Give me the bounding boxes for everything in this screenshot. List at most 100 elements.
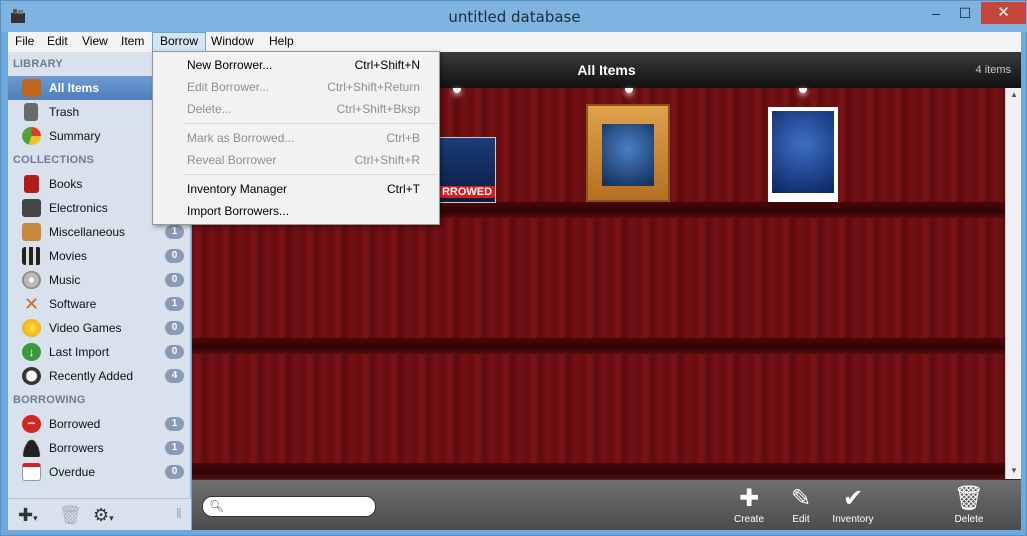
minimize-button[interactable]: – xyxy=(922,2,950,24)
minus-circle-icon: − xyxy=(22,415,41,433)
resize-handle[interactable]: ‖ xyxy=(176,505,182,521)
count-badge: 1 xyxy=(165,225,184,239)
trash-icon xyxy=(24,103,38,121)
plus-icon: ✚ xyxy=(738,485,760,512)
scroll-up-icon[interactable]: ▲ xyxy=(1006,90,1022,99)
menu-window[interactable]: Window xyxy=(204,32,261,52)
item-count: 4 items xyxy=(975,64,1011,76)
window-title: untitled database xyxy=(448,8,581,26)
sidebar-item-borrowers[interactable]: Borrowers 1 xyxy=(8,436,191,460)
sidebar-item-label: All Items xyxy=(49,81,100,95)
count-badge: 0 xyxy=(165,321,184,335)
sidebar-item-label: Borrowers xyxy=(49,441,104,455)
cd-icon xyxy=(22,271,41,289)
shelf-icon xyxy=(22,79,41,97)
item-movie[interactable]: RROWED xyxy=(438,137,496,203)
sidebar-item-label: Video Games xyxy=(49,321,122,335)
sidebar-item-last-import[interactable]: ↓ Last Import 0 xyxy=(8,340,191,364)
smiley-icon xyxy=(22,319,41,337)
collections-header: COLLECTIONS xyxy=(13,154,95,166)
clock-icon xyxy=(22,367,41,385)
menu-import-borrowers[interactable]: Import Borrowers... xyxy=(153,200,439,222)
shelf-light xyxy=(625,88,633,93)
download-icon: ↓ xyxy=(22,343,41,361)
count-badge: 0 xyxy=(165,249,184,263)
person-icon xyxy=(22,439,41,457)
sidebar-item-label: Summary xyxy=(49,129,101,143)
shelf-board xyxy=(192,463,1005,479)
book-icon xyxy=(24,175,39,193)
menu-item[interactable]: Item xyxy=(114,32,151,52)
item-cover-art xyxy=(772,111,834,193)
borrowed-tag: RROWED xyxy=(439,186,495,198)
title-bar: untitled database – ☐ ✕ xyxy=(1,1,1027,32)
sidebar-item-label: Books xyxy=(49,177,83,191)
menu-edit[interactable]: Edit xyxy=(40,32,75,52)
tools-icon: ✕ xyxy=(23,294,40,314)
sidebar-item-movies[interactable]: Movies 0 xyxy=(8,244,191,268)
delete-button[interactable]: 🗑 Delete xyxy=(939,485,999,526)
pencil-icon: ✎ xyxy=(790,485,812,512)
shelf-light xyxy=(799,88,807,93)
item-cover-art xyxy=(602,124,654,186)
sidebar-item-label: Last Import xyxy=(49,345,110,359)
box-icon xyxy=(22,223,41,241)
search-icon: 🔍︎ xyxy=(209,499,225,513)
app-window: untitled database – ☐ ✕ File Edit View I… xyxy=(0,0,1027,536)
sidebar-item-overdue[interactable]: Overdue 0 xyxy=(8,460,191,484)
menu-bar: File Edit View Item Borrow Window Help xyxy=(8,32,1021,52)
sidebar-item-music[interactable]: Music 0 xyxy=(8,268,191,292)
clapperboard-icon xyxy=(22,247,41,265)
bottom-toolbar: 🔍︎ ✚ Create ✎ Edit ✔ Inventory 🗑 Delete xyxy=(192,479,1021,530)
item-miscellaneous[interactable] xyxy=(586,104,670,202)
item-software[interactable] xyxy=(768,107,838,202)
menu-view[interactable]: View xyxy=(75,32,115,52)
menu-inventory-manager[interactable]: Inventory Manager Ctrl+T xyxy=(153,178,439,200)
borrowing-header: BORROWING xyxy=(13,394,86,406)
menu-mark-as-borrowed[interactable]: Mark as Borrowed... Ctrl+B xyxy=(153,127,439,149)
menu-reveal-borrower[interactable]: Reveal Borrower Ctrl+Shift+R xyxy=(153,149,439,171)
count-badge: 0 xyxy=(165,273,184,287)
count-badge: 1 xyxy=(165,417,184,431)
library-header: LIBRARY xyxy=(13,58,63,70)
menu-new-borrower[interactable]: New Borrower... Ctrl+Shift+N xyxy=(153,54,439,76)
vertical-scrollbar[interactable]: ▲ ▼ xyxy=(1005,88,1021,479)
sidebar-item-label: Recently Added xyxy=(49,369,134,383)
edit-button[interactable]: ✎ Edit xyxy=(771,485,831,526)
sidebar-item-label: Miscellaneous xyxy=(49,225,126,239)
sidebar-item-label: Borrowed xyxy=(49,417,101,431)
maximize-button[interactable]: ☐ xyxy=(951,2,979,24)
menu-edit-borrower[interactable]: Edit Borrower... Ctrl+Shift+Return xyxy=(153,76,439,98)
trash-icon: 🗑 xyxy=(59,505,82,525)
shelf-board xyxy=(192,338,1005,354)
count-badge: 0 xyxy=(165,345,184,359)
add-collection-icon[interactable]: ✚▾ xyxy=(18,505,38,526)
checkmark-icon: ✔ xyxy=(842,485,864,512)
search-input[interactable]: 🔍︎ xyxy=(202,496,376,517)
sidebar-item-label: Software xyxy=(49,297,97,311)
menu-file[interactable]: File xyxy=(8,32,41,52)
close-button[interactable]: ✕ xyxy=(981,2,1026,24)
sidebar-item-recently-added[interactable]: Recently Added 4 xyxy=(8,364,191,388)
sidebar-actions: ✚▾ 🗑 ⚙▾ ‖ xyxy=(8,498,191,530)
menu-separator xyxy=(183,123,437,124)
count-badge: 4 xyxy=(165,369,184,383)
trash-icon: 🗑 xyxy=(953,485,985,512)
count-badge: 1 xyxy=(165,441,184,455)
gear-icon[interactable]: ⚙▾ xyxy=(93,505,114,526)
sidebar-item-borrowed[interactable]: − Borrowed 1 xyxy=(8,412,191,436)
sidebar-item-software[interactable]: ✕ Software 1 xyxy=(8,292,191,316)
inventory-button[interactable]: ✔ Inventory xyxy=(823,485,883,526)
sidebar-item-label: Electronics xyxy=(49,201,108,215)
count-badge: 1 xyxy=(165,297,184,311)
menu-borrow[interactable]: Borrow xyxy=(152,32,207,52)
sidebar-item-label: Movies xyxy=(49,249,88,263)
menu-delete-borrower[interactable]: Delete... Ctrl+Shift+Bksp xyxy=(153,98,439,120)
calendar-icon xyxy=(22,463,41,481)
menu-help[interactable]: Help xyxy=(262,32,301,52)
sidebar-item-video-games[interactable]: Video Games 0 xyxy=(8,316,191,340)
create-button[interactable]: ✚ Create xyxy=(719,485,779,526)
printer-icon xyxy=(22,199,41,217)
scroll-down-icon[interactable]: ▼ xyxy=(1006,466,1022,475)
sidebar-item-label: Trash xyxy=(49,105,80,119)
